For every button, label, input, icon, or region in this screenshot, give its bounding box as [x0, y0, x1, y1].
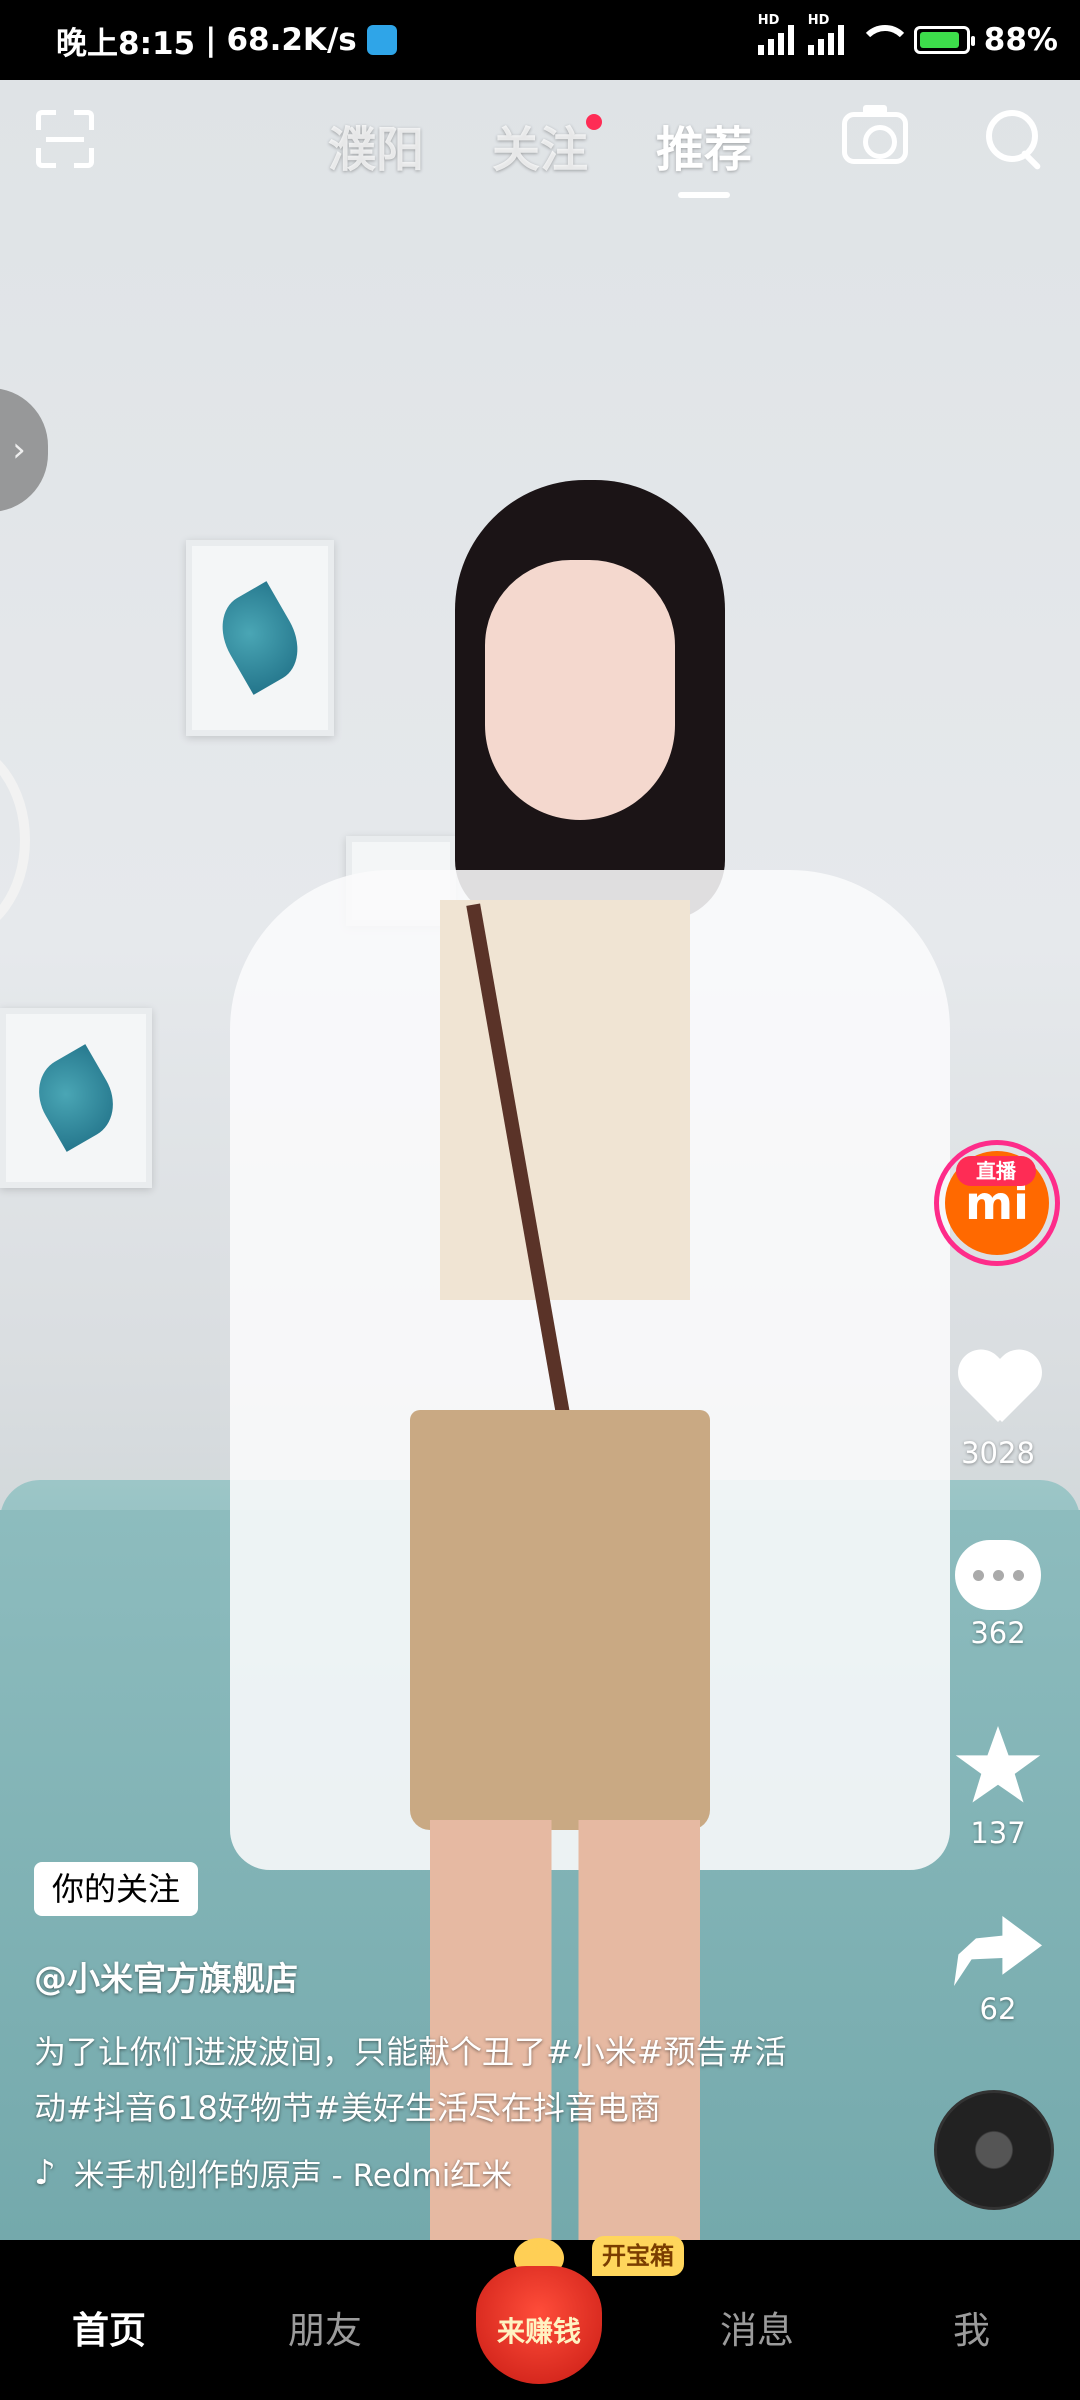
favorite-count: 137 [970, 1816, 1026, 1850]
shield-icon [366, 25, 397, 55]
share-count: 62 [979, 1992, 1017, 2026]
nav-messages[interactable]: 消息 [720, 2300, 794, 2354]
network-speed: 68.2K/s [226, 22, 357, 58]
star-icon [955, 1726, 1041, 1803]
tab-recommend[interactable]: 推荐 [656, 110, 752, 198]
signal-icon: HD [757, 13, 794, 55]
status-bar: 晚上8:15 | 68.2K/s HD HD 88% [0, 0, 1080, 80]
tab-following[interactable]: 关注 [492, 110, 603, 180]
nav-home[interactable]: 首页 [72, 2300, 146, 2354]
music-ticker[interactable]: ♪ 米手机创作的原声 - Redmi红米 [34, 2150, 554, 2195]
live-badge: 直播 [956, 1156, 1036, 1186]
nav-me[interactable]: 我 [953, 2300, 990, 2354]
tiktok-note-icon: ♪ [34, 2152, 56, 2193]
nav-friends[interactable]: 朋友 [288, 2300, 362, 2354]
wifi-icon [857, 25, 912, 55]
music-disc-icon[interactable] [934, 2090, 1054, 2210]
battery-icon [913, 26, 975, 54]
video-description[interactable]: 为了让你们进波波间，只能献个丑了#小米#预告#活动#抖音618好物节#美好生活尽… [34, 2024, 794, 2136]
share-button[interactable]: 62 [938, 1916, 1058, 2026]
comment-count: 362 [970, 1616, 1026, 1650]
top-nav: 濮阳 关注 推荐 [0, 80, 1080, 200]
tab-local[interactable]: 濮阳 [328, 110, 424, 180]
notification-dot [586, 114, 603, 130]
earn-label: 来赚钱 [496, 2315, 581, 2348]
author-name[interactable]: @小米官方旗舰店 [34, 1952, 298, 2000]
video-subject [230, 480, 950, 2240]
like-button[interactable]: 3028 [938, 1352, 1058, 1470]
battery-percent: 88% [983, 22, 1058, 58]
like-count: 3028 [961, 1436, 1035, 1470]
active-tab-indicator [678, 192, 730, 198]
music-title: 米手机创作的原声 - Redmi红米 [73, 2158, 513, 2194]
camera-icon[interactable] [842, 105, 908, 164]
treasure-badge: 开宝箱 [592, 2236, 684, 2276]
comment-icon [955, 1540, 1041, 1610]
video-player[interactable] [0, 80, 1080, 2240]
wall-frame [0, 1008, 152, 1188]
comment-button[interactable]: 362 [938, 1540, 1058, 1650]
favorite-button[interactable]: 137 [938, 1726, 1058, 1850]
ring-lamp-decor [0, 740, 30, 940]
share-icon [954, 1916, 1042, 1986]
search-icon[interactable] [986, 110, 1048, 172]
chevron-right-icon: › [12, 430, 26, 470]
status-time: 晚上8:15 [56, 25, 196, 62]
heart-icon [956, 1352, 1040, 1430]
signal-icon: HD [807, 13, 844, 55]
following-tag: 你的关注 [34, 1862, 199, 1916]
earn-money-button[interactable]: 来赚钱 [476, 2238, 602, 2388]
scan-icon[interactable] [36, 110, 94, 168]
